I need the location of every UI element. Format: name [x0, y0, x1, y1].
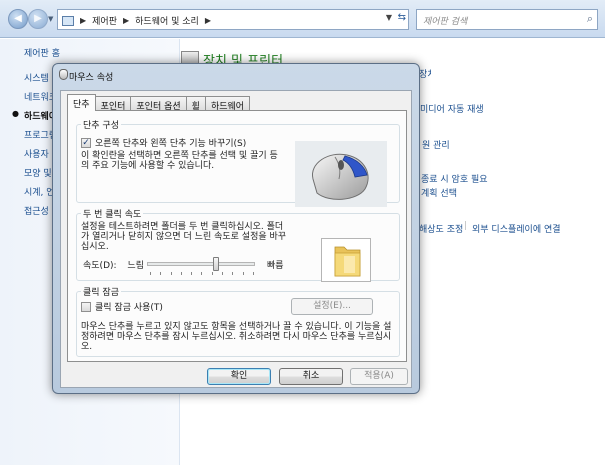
click-lock-label[interactable]: 클릭 잠금 사용(T)	[95, 300, 163, 313]
ok-button[interactable]: 확인	[207, 368, 271, 385]
tab-pointers[interactable]: 포인터	[94, 96, 132, 112]
tab-strip: 단추 포인터 포인터 옵션 휠 하드웨어	[67, 94, 251, 112]
swap-buttons-description: 이 확인란을 선택하면 오른쪽 단추를 선택 및 끌기 등의 주요 기능에 사용…	[81, 151, 278, 171]
double-click-speed-group: 두 번 클릭 속도 설정을 테스트하려면 폴더를 두 번 클릭하십시오. 폴더가…	[76, 207, 400, 282]
connect-external-display-link[interactable]: 외부 디스플레이에 연결	[472, 222, 561, 235]
speed-label: 속도(D): 느림	[83, 258, 144, 271]
choose-power-plan-link[interactable]: 계획 선택	[421, 186, 457, 199]
tab-wheel[interactable]: 휠	[185, 96, 206, 112]
autoplay-link[interactable]: 미디어 자동 재생	[420, 102, 484, 115]
address-dropdown-chevron-down-icon[interactable]: ▼	[386, 13, 392, 22]
click-lock-description: 마우스 단추를 누르고 있지 않고도 항목을 선택하거나 끌 수 있습니다. 이…	[81, 322, 392, 352]
chevron-right-icon: ▶	[123, 16, 130, 25]
breadcrumb-hardware-sound[interactable]: 하드웨어 및 소리	[135, 14, 199, 27]
swap-buttons-checkbox[interactable]: ✓ 오른쪽 단추와 왼쪽 단추 기능 바꾸기(S)	[81, 136, 246, 149]
mouse-image-icon	[312, 153, 369, 200]
require-password-link[interactable]: 종료 시 암호 필요	[421, 172, 488, 185]
search-icon[interactable]: ⌕	[587, 12, 593, 26]
breadcrumb-control-panel[interactable]: 제어판	[92, 14, 117, 27]
folder-icon[interactable]	[322, 239, 372, 283]
adjust-resolution-link[interactable]: 해상도 조정	[419, 222, 463, 235]
cancel-button[interactable]: 취소	[279, 368, 343, 385]
dialog-title: 마우스 속성	[69, 73, 114, 83]
control-panel-home-link[interactable]: 제어판 홈	[24, 46, 60, 59]
double-click-description: 설정을 테스트하려면 폴더를 두 번 클릭하십시오. 폴더가 열리거나 닫히지 …	[81, 222, 287, 252]
click-lock-checkbox[interactable]: 클릭 잠금 사용(T)	[81, 300, 163, 313]
click-lock-settings-button[interactable]: 설정(E)...	[291, 298, 373, 315]
forward-button[interactable]: ▶	[28, 9, 48, 29]
back-button[interactable]: ◀	[8, 9, 28, 29]
tab-buttons[interactable]: 단추	[67, 94, 96, 111]
power-options-link[interactable]: 원 관리	[422, 138, 450, 151]
button-configuration-legend: 단추 구성	[83, 121, 119, 131]
dialog-client-area: 단추 포인터 포인터 옵션 휠 하드웨어 단추 구성 ✓ 오른쪽 단추와 왼쪽 …	[60, 90, 412, 388]
apply-button[interactable]: 적용(A)	[350, 368, 408, 385]
address-toolbar: ◀ ▶ ▼ ▶ 제어판 ▶ 하드웨어 및 소리 ▶ ▼ ⇆ 제어판 검색 ⌕	[0, 0, 605, 38]
speed-caption: 속도(D):	[83, 261, 117, 271]
search-placeholder: 제어판 검색	[423, 17, 468, 27]
mouse-illustration	[295, 141, 387, 207]
slider-thumb[interactable]	[213, 257, 219, 271]
slow-label: 느림	[127, 261, 144, 271]
recent-pages-chevron-down-icon[interactable]: ▼	[48, 15, 53, 23]
double-click-speed-slider[interactable]	[147, 257, 255, 271]
test-folder-area[interactable]	[321, 238, 371, 282]
click-lock-check-icon[interactable]	[81, 301, 91, 312]
swap-buttons-label[interactable]: 오른쪽 단추와 왼쪽 단추 기능 바꾸기(S)	[95, 136, 246, 149]
address-bar[interactable]: ▶ 제어판 ▶ 하드웨어 및 소리 ▶ ▼ ⇆	[57, 9, 409, 30]
slider-ticks	[150, 272, 254, 275]
click-lock-group: 클릭 잠금 클릭 잠금 사용(T) 설정(E)... 마우스 단추를 누르고 있…	[76, 285, 400, 357]
chevron-right-icon: ▶	[80, 16, 87, 25]
control-panel-icon	[62, 15, 74, 26]
mouse-properties-dialog: 마우스 속성 단추 포인터 포인터 옵션 휠 하드웨어 단추 구성 ✓ 오른쪽 …	[52, 63, 420, 394]
swap-buttons-check-icon[interactable]: ✓	[81, 137, 91, 148]
link-divider: |	[464, 221, 468, 231]
tab-panel-buttons: 단추 구성 ✓ 오른쪽 단추와 왼쪽 단추 기능 바꾸기(S) 이 확인란을 선…	[67, 110, 407, 362]
chevron-right-icon: ▶	[204, 16, 211, 25]
search-box[interactable]: 제어판 검색 ⌕	[416, 9, 598, 30]
double-click-speed-legend: 두 번 클릭 속도	[83, 210, 142, 220]
button-configuration-group: 단추 구성 ✓ 오른쪽 단추와 왼쪽 단추 기능 바꾸기(S) 이 확인란을 선…	[76, 118, 400, 207]
current-category-bullet-icon: ●	[12, 109, 19, 118]
tab-hardware[interactable]: 하드웨어	[204, 96, 251, 112]
click-lock-legend: 클릭 잠금	[83, 288, 119, 298]
mouse-icon	[59, 69, 68, 80]
refresh-icon[interactable]: ⇆	[398, 12, 406, 23]
tab-pointer-options[interactable]: 포인터 옵션	[130, 96, 187, 112]
fast-label: 빠름	[267, 261, 284, 271]
add-device-link[interactable]: 장치 추가	[419, 67, 431, 80]
